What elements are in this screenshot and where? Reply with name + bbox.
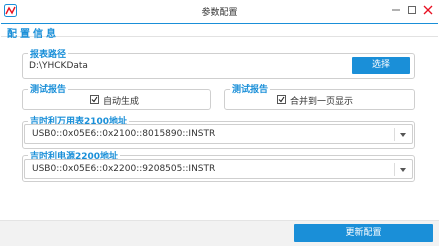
merge-page-checkbox[interactable] (277, 95, 286, 104)
test-report-auto-label: 测试报告 (28, 82, 69, 95)
combo-separator (394, 163, 395, 176)
close-icon[interactable] (422, 4, 434, 16)
report-path-value: D:\YHCKData (29, 61, 88, 71)
update-config-button[interactable]: 更新配置 (294, 224, 433, 242)
chevron-down-icon[interactable] (400, 168, 406, 172)
title-bar: 参数配置 (0, 0, 439, 22)
combo-separator (394, 128, 395, 141)
minimize-icon[interactable] (390, 4, 402, 16)
chevron-down-icon[interactable] (400, 133, 406, 137)
auto-generate-label: 自动生成 (103, 97, 140, 107)
maximize-icon[interactable] (406, 4, 418, 16)
multimeter-address-select[interactable]: USB0::0x05E6::0x2100::8015890::INSTR (24, 124, 413, 144)
select-path-button[interactable]: 选择 (352, 57, 410, 74)
section-title: 配置信息 (7, 29, 59, 40)
report-path-label: 报表路径 (28, 47, 69, 60)
auto-generate-checkbox[interactable] (90, 95, 99, 104)
test-report-merge-label: 测试报告 (230, 82, 271, 95)
section-header: 配置信息 (1, 23, 438, 40)
merge-page-label: 合并到一页显示 (290, 97, 354, 107)
power-supply-address-select[interactable]: USB0::0x05E6::0x2200::9208505::INSTR (24, 159, 413, 179)
multimeter-address-value: USB0::0x05E6::0x2100::8015890::INSTR (32, 129, 216, 139)
power-supply-address-value: USB0::0x05E6::0x2200::9208505::INSTR (32, 164, 216, 174)
window-title: 参数配置 (201, 8, 238, 18)
